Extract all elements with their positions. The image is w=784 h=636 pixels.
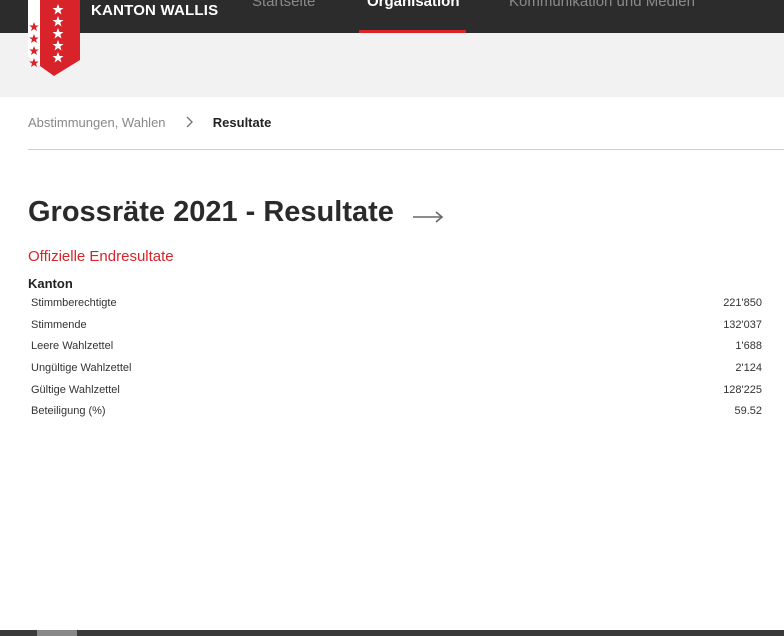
results-subtitle: Offizielle Endresultate	[28, 248, 174, 265]
row-label: Ungültige Wahlzettel	[31, 362, 132, 375]
row-label: Gültige Wahlzettel	[31, 383, 120, 396]
nav-item-startseite[interactable]: Startseite	[252, 0, 315, 10]
breadcrumb: Abstimmungen, Wahlen Resultate	[28, 115, 271, 130]
breadcrumb-link-abstimmungen-wahlen[interactable]: Abstimmungen, Wahlen	[28, 115, 166, 130]
table-row: Stimmberechtigte 221'850	[28, 293, 764, 315]
nav-item-kommunikation-und-medien[interactable]: Kommunikation und Medien	[509, 0, 695, 10]
row-label: Stimmberechtigte	[31, 297, 117, 309]
row-value: 128'225	[723, 383, 762, 396]
nav-item-organisation[interactable]: Organisation	[367, 0, 460, 10]
divider	[28, 149, 784, 150]
row-label: Leere Wahlzettel	[31, 340, 114, 353]
row-value: 2'124	[735, 362, 762, 375]
table-row: Ungültige Wahlzettel 2'124	[28, 358, 764, 380]
row-value: 132'037	[723, 318, 762, 331]
chevron-right-icon	[169, 115, 209, 130]
section-title: Kanton	[28, 276, 73, 291]
row-label: Beteiligung (%)	[31, 405, 106, 418]
table-row: Stimmende 132'037	[28, 315, 764, 337]
brand-name[interactable]: KANTON WALLIS	[91, 2, 218, 19]
breadcrumb-current: Resultate	[212, 115, 272, 130]
table-row: Leere Wahlzettel 1'688	[28, 336, 764, 358]
page-title: Grossräte 2021 - Resultate	[28, 196, 394, 228]
header-band	[0, 33, 784, 97]
table-row: Beteiligung (%) 59.52	[28, 401, 764, 423]
scrollbar-segment[interactable]	[37, 630, 77, 636]
top-navigation-bar: KANTON WALLIS Startseite Organisation Ko…	[0, 0, 784, 34]
arrow-right-icon[interactable]	[411, 208, 445, 226]
row-label: Stimmende	[31, 318, 87, 331]
canton-valais-coat-of-arms-icon[interactable]	[26, 0, 82, 78]
table-row: Gültige Wahlzettel 128'225	[28, 380, 764, 402]
row-value: 1'688	[735, 340, 762, 353]
results-table: Stimmberechtigte 221'850 Stimmende 132'0…	[28, 293, 764, 423]
row-value: 221'850	[723, 297, 762, 309]
bottom-bar	[0, 630, 784, 636]
row-value: 59.52	[734, 405, 762, 418]
